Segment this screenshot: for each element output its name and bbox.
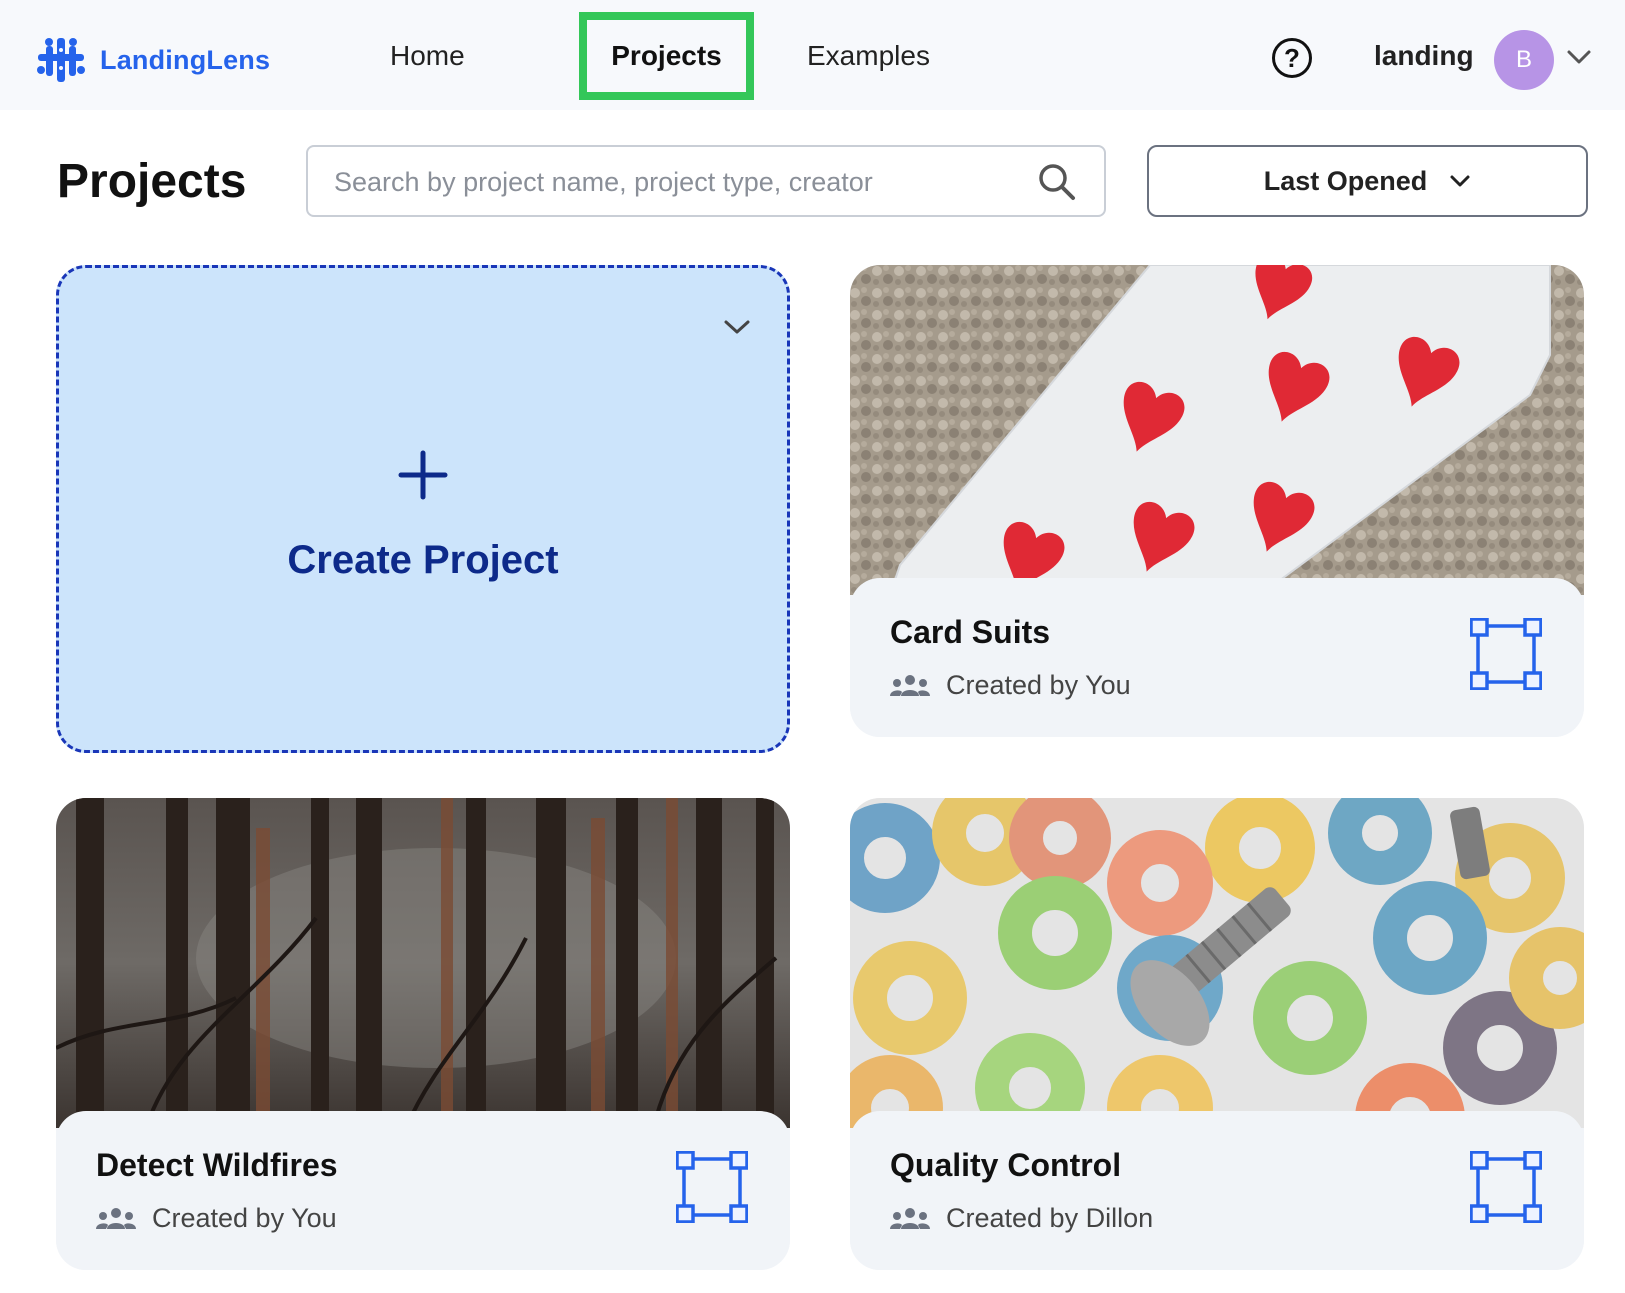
top-nav-bar: LandingLens Home Projects Examples ? lan… [0,0,1625,110]
plus-icon [398,450,448,500]
project-thumbnail [56,798,790,1128]
create-project-label: Create Project [287,538,559,582]
project-thumbnail [850,798,1584,1128]
sort-dropdown[interactable]: Last Opened [1147,145,1588,217]
create-project-card[interactable]: Create Project [56,265,790,753]
app-logo[interactable]: LandingLens [36,36,270,84]
object-detection-icon [1470,1151,1542,1223]
page-title: Projects [57,155,247,208]
users-icon [96,1207,136,1229]
project-name: Detect Wildfires [96,1147,338,1183]
project-card[interactable]: Card Suits Created by You [850,265,1584,737]
project-card[interactable]: Detect Wildfires Created by You [56,798,790,1270]
project-creator: Created by You [96,1203,337,1234]
project-thumbnail [850,265,1584,595]
users-icon [890,1207,930,1229]
creator-text: Created by Dillon [946,1203,1154,1233]
search-input[interactable] [332,161,1016,203]
search-box[interactable] [306,145,1106,217]
project-info: Card Suits Created by You [850,578,1584,737]
project-name: Card Suits [890,614,1051,650]
creator-text: Created by You [152,1203,337,1233]
app-name: LandingLens [100,44,271,75]
users-icon [890,674,930,696]
landinglens-logo-icon [37,38,85,82]
object-detection-icon [1470,618,1542,690]
project-creator: Created by Dillon [890,1203,1153,1234]
project-name: Quality Control [890,1147,1122,1183]
object-detection-icon [676,1151,748,1223]
sort-label: Last Opened [1263,165,1428,196]
nav-examples[interactable]: Examples [807,40,930,72]
chevron-down-icon[interactable] [1566,48,1592,66]
creator-text: Created by You [946,670,1131,700]
nav-home[interactable]: Home [390,40,465,72]
nav-projects[interactable]: Projects [579,12,754,100]
project-card[interactable]: Quality Control Created by Dillon [850,798,1584,1270]
search-icon[interactable] [1036,161,1078,203]
project-info: Detect Wildfires Created by You [56,1111,790,1270]
project-info: Quality Control Created by Dillon [850,1111,1584,1270]
avatar[interactable]: B [1494,30,1554,90]
chevron-down-icon[interactable] [723,318,751,336]
help-icon[interactable]: ? [1272,38,1312,78]
project-creator: Created by You [890,670,1131,701]
username[interactable]: landing [1374,40,1474,72]
chevron-down-icon [1450,175,1470,187]
